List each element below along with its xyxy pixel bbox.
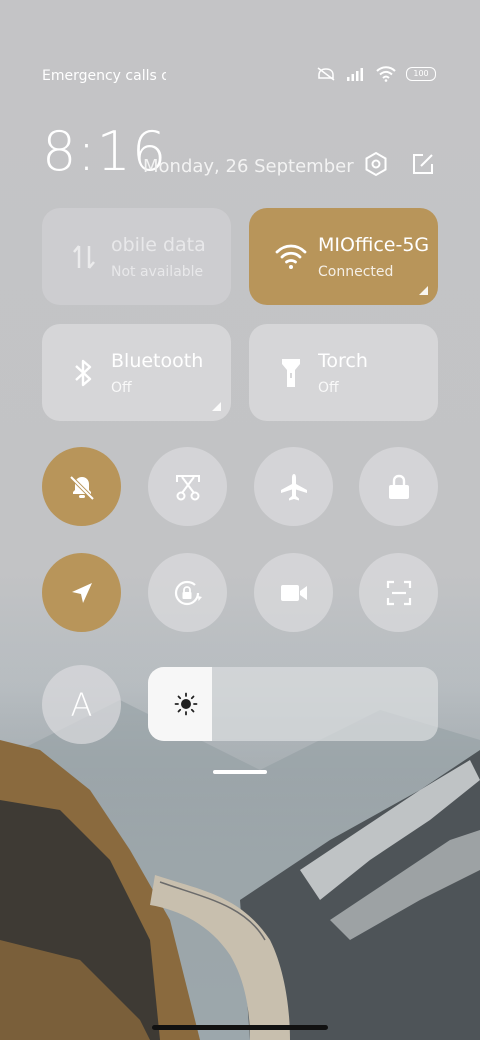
toggle-airplane[interactable]	[254, 447, 333, 526]
status-bar: Emergency calls o 100	[42, 66, 436, 88]
brightness-icon	[174, 692, 198, 716]
edit-icon	[413, 154, 433, 174]
carrier-text: Emergency calls o	[42, 68, 166, 84]
control-center: Emergency calls o 100 8:16 Monday, 26 Se…	[0, 0, 480, 1040]
scanner-icon	[386, 580, 411, 605]
tile-subtitle: Off	[318, 380, 339, 396]
settings-button[interactable]	[362, 150, 390, 178]
date-label: Monday, 26 September	[143, 156, 354, 177]
airplane-icon	[280, 473, 307, 500]
wifi-status-icon	[376, 66, 396, 82]
expand-corner-icon	[419, 286, 428, 295]
tile-subtitle: Connected	[318, 264, 394, 280]
toggle-scanner[interactable]	[359, 553, 438, 632]
settings-icon	[365, 151, 387, 177]
lock-icon	[388, 474, 409, 499]
brightness-slider[interactable]	[148, 667, 438, 741]
drag-handle[interactable]	[213, 770, 267, 774]
tile-title: MIOffice-5G	[318, 234, 430, 256]
tile-mobile-data[interactable]: obile data Not available	[42, 208, 231, 305]
silent-mode-icon	[69, 475, 94, 500]
toggle-auto-rotate[interactable]	[148, 553, 227, 632]
tile-title: Torch	[318, 350, 368, 372]
edit-button[interactable]	[409, 150, 437, 178]
screenshot-icon	[175, 474, 200, 500]
toggle-screenshot[interactable]	[148, 447, 227, 526]
toggle-lock[interactable]	[359, 447, 438, 526]
expand-corner-icon	[212, 402, 221, 411]
tile-subtitle: Off	[111, 380, 132, 396]
tile-bluetooth[interactable]: Bluetooth Off	[42, 324, 231, 421]
location-icon	[71, 582, 92, 603]
gesture-bar[interactable]	[152, 1025, 328, 1030]
tile-subtitle: Not available	[111, 264, 204, 280]
tile-title: Bluetooth	[111, 350, 204, 372]
battery-icon: 100	[406, 67, 436, 81]
auto-rotate-icon	[174, 580, 202, 605]
signal-icon	[347, 68, 363, 81]
tile-title: obile data	[111, 234, 206, 256]
bluetooth-icon	[68, 357, 100, 389]
toggle-screen-recorder[interactable]	[254, 553, 333, 632]
tile-wifi[interactable]: MIOffice-5G Connected	[249, 208, 438, 305]
toggle-silent[interactable]	[42, 447, 121, 526]
mobile-data-icon	[68, 241, 100, 273]
auto-brightness-button[interactable]: A	[42, 665, 121, 744]
auto-brightness-label: A	[70, 685, 93, 724]
mute-vibrate-icon	[317, 67, 335, 81]
torch-icon	[275, 357, 307, 389]
wifi-icon	[275, 241, 307, 273]
screen-recorder-icon	[280, 584, 307, 601]
toggle-location[interactable]	[42, 553, 121, 632]
status-icons: 100	[316, 66, 436, 82]
tile-torch[interactable]: Torch Off	[249, 324, 438, 421]
